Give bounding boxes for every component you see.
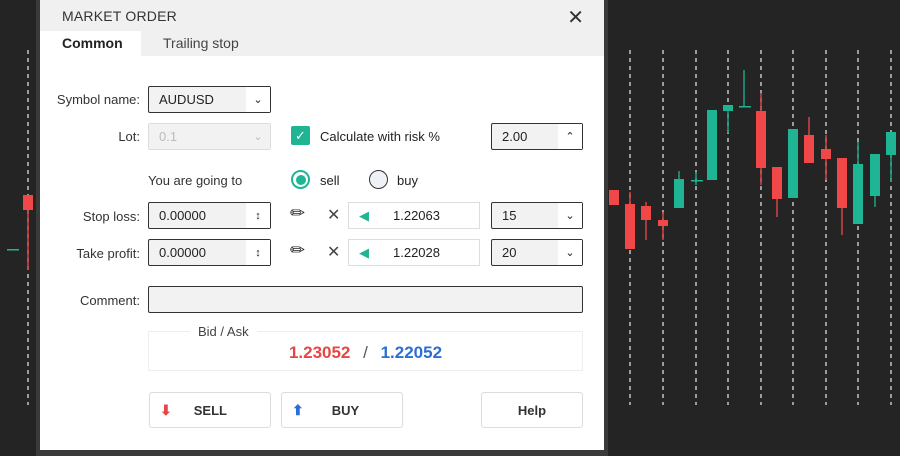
- help-button-label: Help: [517, 402, 547, 418]
- candle-body: [7, 249, 19, 251]
- symbol-value: AUDUSD: [159, 92, 214, 107]
- buy-button[interactable]: ⬆ BUY: [281, 392, 403, 428]
- symbol-select[interactable]: AUDUSD ⌄: [148, 86, 271, 113]
- arrow-up-icon: ⬆: [292, 401, 304, 418]
- candle-body: [641, 206, 651, 220]
- eyedropper-icon[interactable]: ✏: [290, 203, 305, 224]
- stop-loss-input[interactable]: 0.00000 ↕: [148, 202, 271, 229]
- lot-select[interactable]: 0.1 ⌄: [148, 123, 271, 150]
- candle-body: [674, 179, 684, 208]
- lot-value: 0.1: [159, 129, 178, 144]
- risk-input[interactable]: 2.00 ⌃: [491, 123, 583, 150]
- buy-radio-label: buy: [397, 173, 418, 188]
- take-profit-label: Take profit:: [76, 246, 140, 261]
- market-order-dialog: MARKET ORDER ✕ Common Trailing stop Symb…: [40, 0, 604, 450]
- candle-body: [723, 105, 733, 111]
- take-profit-value: 0.00000: [159, 245, 206, 260]
- candle-body: [707, 110, 717, 180]
- arrow-down-icon: ⬇: [160, 401, 172, 418]
- candle-body: [756, 111, 766, 168]
- candle-body: [837, 158, 847, 208]
- stop-loss-price-field[interactable]: ◀ 1.22063: [348, 202, 480, 229]
- candle-body: [886, 132, 896, 155]
- chevron-down-icon: ⌄: [246, 124, 270, 149]
- chevron-down-icon: ⌄: [558, 240, 582, 265]
- lot-label: Lot:: [118, 129, 140, 144]
- stop-loss-label: Stop loss:: [82, 209, 140, 224]
- buy-radio[interactable]: [369, 170, 388, 189]
- dialog-title: MARKET ORDER: [62, 7, 177, 24]
- arrow-left-icon: ◀: [359, 244, 369, 260]
- bid-ask-label: Bid / Ask: [190, 324, 257, 339]
- bid-price: 1.23052: [288, 343, 351, 362]
- tab-bar: Common Trailing stop: [40, 31, 604, 56]
- clear-x-icon[interactable]: ✕: [327, 205, 340, 225]
- chevron-down-icon: ⌄: [246, 87, 270, 112]
- spinner-icon[interactable]: ↕: [246, 240, 270, 265]
- bid-ask-separator: /: [363, 343, 368, 362]
- take-profit-points-select[interactable]: 20 ⌄: [491, 239, 583, 266]
- dialog-titlebar: MARKET ORDER: [40, 0, 604, 31]
- candle-body: [625, 204, 635, 249]
- candle-body: [658, 220, 668, 226]
- sell-button-label: SELL: [193, 402, 227, 418]
- candle-body: [772, 167, 782, 199]
- candle-body: [739, 106, 751, 108]
- candle-body: [609, 190, 619, 205]
- bid-ask-values: 1.23052 / 1.22052: [148, 343, 583, 363]
- chevron-down-icon: ⌄: [558, 203, 582, 228]
- candle-body: [788, 129, 798, 198]
- risk-value: 2.00: [502, 129, 528, 144]
- tab-common[interactable]: Common: [40, 31, 141, 56]
- stop-loss-points: 15: [502, 208, 517, 223]
- ask-price: 1.22052: [380, 343, 443, 362]
- sell-radio[interactable]: [291, 170, 310, 189]
- candle-body: [853, 164, 863, 224]
- direction-label: You are going to: [148, 173, 243, 188]
- candle-body: [821, 149, 831, 159]
- tab-trailing-stop[interactable]: Trailing stop: [141, 31, 261, 56]
- arrow-left-icon: ◀: [359, 207, 369, 223]
- candle-body: [23, 195, 33, 210]
- help-button[interactable]: Help: [481, 392, 583, 428]
- risk-checkbox[interactable]: ✓: [291, 126, 310, 145]
- take-profit-price-field[interactable]: ◀ 1.22028: [348, 239, 480, 266]
- comment-input[interactable]: [148, 286, 583, 313]
- comment-label: Comment:: [80, 293, 140, 308]
- eyedropper-icon[interactable]: ✏: [290, 240, 305, 261]
- take-profit-points: 20: [502, 245, 517, 260]
- sell-radio-label: sell: [320, 173, 340, 188]
- stop-loss-price: 1.22063: [393, 208, 440, 223]
- take-profit-input[interactable]: 0.00000 ↕: [148, 239, 271, 266]
- candle-body: [870, 154, 880, 196]
- clear-x-icon[interactable]: ✕: [327, 242, 340, 262]
- candle-body: [804, 135, 814, 163]
- stop-loss-value: 0.00000: [159, 208, 206, 223]
- sell-button[interactable]: ⬇ SELL: [149, 392, 271, 428]
- candle-body: [691, 180, 703, 182]
- symbol-label: Symbol name:: [56, 92, 140, 107]
- stop-loss-points-select[interactable]: 15 ⌄: [491, 202, 583, 229]
- spinner-icon[interactable]: ⌃: [558, 124, 582, 149]
- spinner-icon[interactable]: ↕: [246, 203, 270, 228]
- buy-button-label: BUY: [331, 402, 360, 418]
- close-icon[interactable]: ✕: [567, 5, 584, 30]
- risk-label: Calculate with risk %: [320, 129, 440, 144]
- take-profit-price: 1.22028: [393, 245, 440, 260]
